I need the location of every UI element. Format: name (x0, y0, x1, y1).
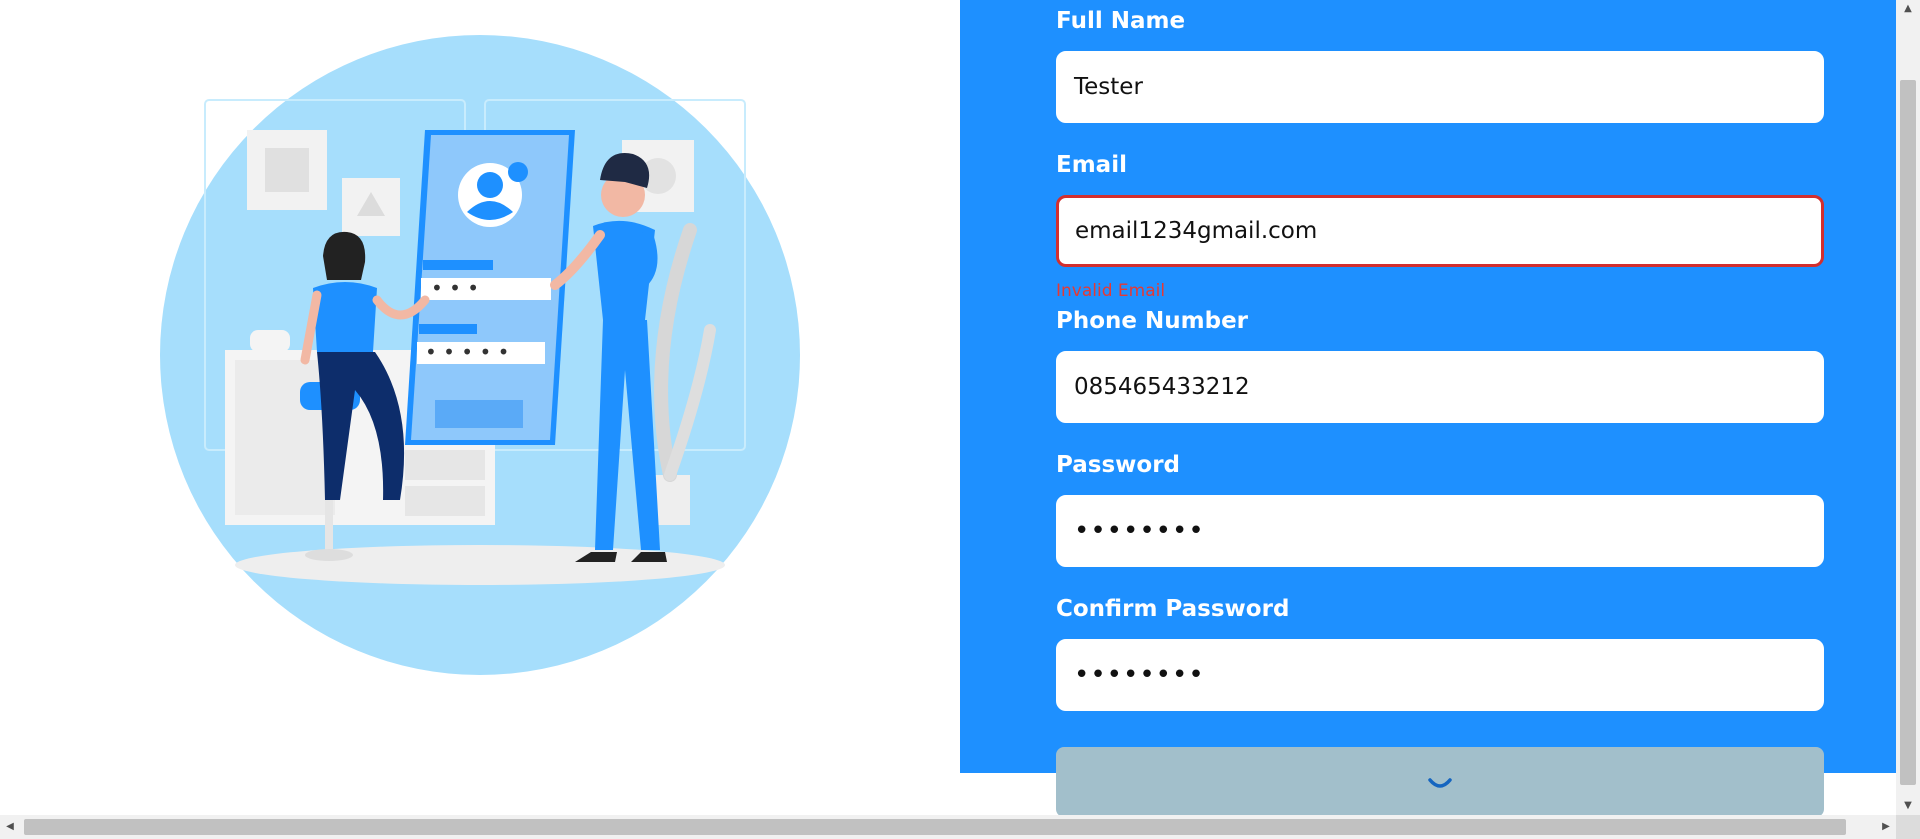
horizontal-scrollbar[interactable]: ◀ ▶ (0, 815, 1896, 839)
illustration-panel: • • • • • • • • (0, 0, 960, 773)
phone-number-input[interactable]: 085465433212 (1056, 351, 1824, 423)
scroll-left-arrow-icon[interactable]: ◀ (0, 815, 20, 839)
scrollbar-corner (1896, 815, 1920, 839)
password-label: Password (1056, 452, 1180, 478)
svg-text:• • •: • • • (431, 276, 479, 300)
scroll-down-arrow-icon[interactable]: ▼ (1896, 797, 1920, 815)
confirm-password-input[interactable]: •••••••• (1056, 639, 1824, 711)
email-input[interactable]: email1234gmail.com (1056, 195, 1824, 267)
vertical-scrollbar[interactable]: ▲ ▼ (1896, 0, 1920, 815)
submit-button[interactable] (1056, 747, 1824, 817)
vertical-scroll-thumb[interactable] (1900, 80, 1916, 785)
email-label: Email (1056, 152, 1127, 178)
email-error-message: Invalid Email (1056, 281, 1166, 301)
confirm-password-label: Confirm Password (1056, 596, 1290, 622)
scroll-up-arrow-icon[interactable]: ▲ (1896, 0, 1920, 18)
svg-text:• • • • •: • • • • • (425, 340, 509, 364)
horizontal-scroll-thumb[interactable] (24, 819, 1846, 835)
password-input[interactable]: •••••••• (1056, 495, 1824, 567)
scroll-right-arrow-icon[interactable]: ▶ (1876, 815, 1896, 839)
loading-spinner-icon (1428, 778, 1452, 788)
signup-form-panel: Full Name Tester Email email1234gmail.co… (960, 0, 1896, 817)
signup-illustration: • • • • • • • • (160, 35, 800, 675)
phone-number-label: Phone Number (1056, 308, 1249, 334)
full-name-input[interactable]: Tester (1056, 51, 1824, 123)
full-name-label: Full Name (1056, 8, 1186, 34)
